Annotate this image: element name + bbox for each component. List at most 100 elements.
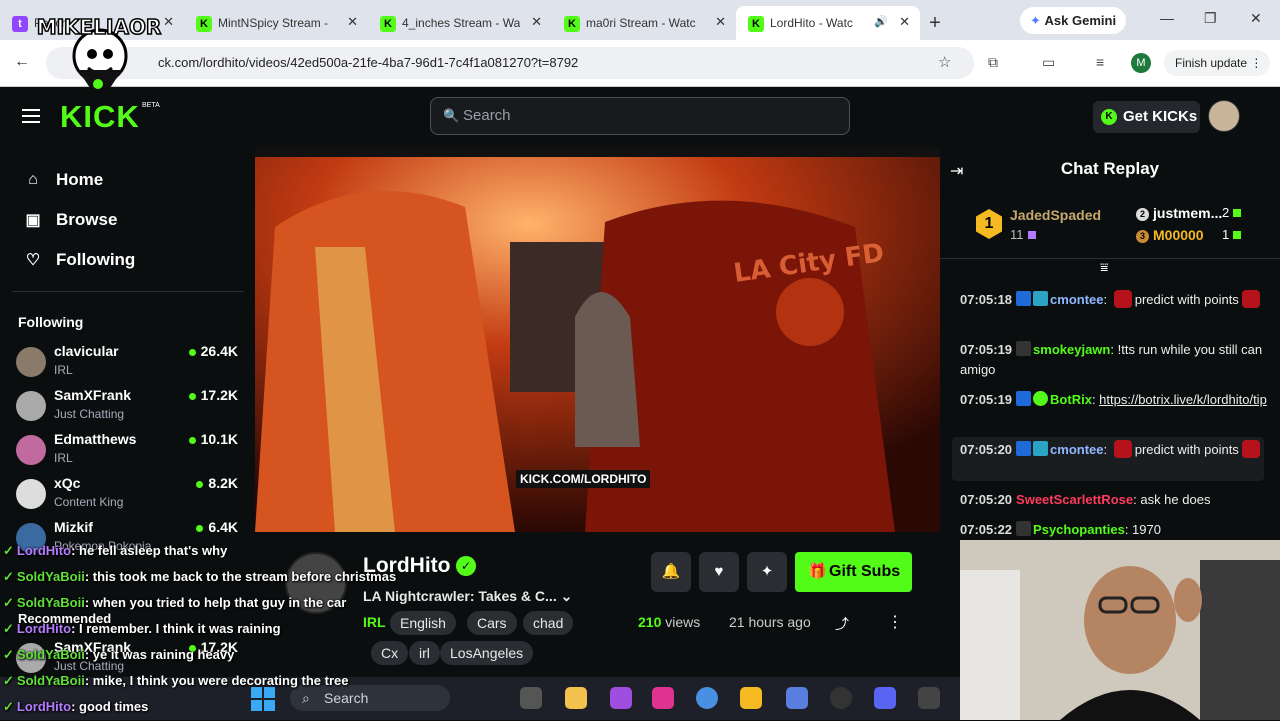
- check-badge-icon: ✓: [3, 647, 14, 662]
- tag-pill[interactable]: chad: [523, 611, 574, 635]
- follow-button[interactable]: ♥: [699, 552, 739, 592]
- profile-avatar[interactable]: M: [1131, 53, 1151, 73]
- emote-icon: [1241, 290, 1260, 308]
- gift-subs-button[interactable]: 🎁 Gift Subs: [795, 552, 912, 592]
- restore-icon[interactable]: ❐: [1204, 10, 1217, 27]
- sparkle-button[interactable]: ✦: [747, 552, 787, 592]
- user-badge-icon: [1016, 521, 1032, 536]
- browser-tab-active[interactable]: K LordHito - Watc 🔊 ✕: [736, 6, 920, 40]
- share-icon[interactable]: ⤴: [835, 614, 849, 634]
- bookmark-star-icon[interactable]: ☆: [938, 53, 951, 71]
- tag-pill[interactable]: LosAngeles: [440, 641, 534, 665]
- following-channel[interactable]: clavicular IRL 26.4K: [16, 343, 240, 383]
- gift-leaderboard: 1 JadedSpaded 11 2 justmem... 2 3 M00000 1: [940, 199, 1280, 259]
- minimize-icon[interactable]: —: [1160, 10, 1174, 26]
- media-control-icon[interactable]: ≡: [1096, 54, 1104, 70]
- leaderboard-count: 1: [1222, 227, 1242, 242]
- app-icon[interactable]: [740, 687, 762, 709]
- verified-icon: [1033, 391, 1049, 406]
- check-badge-icon: ✓: [3, 699, 14, 714]
- browser-tab[interactable]: K ma0ri Stream - Watc ✕: [552, 6, 736, 40]
- hamburger-menu-icon[interactable]: [22, 109, 40, 123]
- discord-icon[interactable]: [874, 687, 896, 709]
- obs-icon[interactable]: [830, 687, 852, 709]
- sidebar-item-browse[interactable]: ▣ Browse: [22, 210, 117, 230]
- ask-gemini-button[interactable]: ✦ Ask Gemini: [1020, 7, 1126, 34]
- speaker-icon[interactable]: 🔊: [874, 15, 888, 28]
- overlay-chat-line: ✓ SoldYaBoii: ye it was raining heavy: [3, 647, 235, 662]
- user-avatar[interactable]: [1208, 100, 1240, 132]
- rank-1-badge: 1: [976, 209, 1002, 239]
- close-tab-icon[interactable]: ✕: [347, 14, 358, 30]
- filter-icon[interactable]: ⩸: [1100, 259, 1109, 276]
- cast-icon[interactable]: ▭: [1042, 54, 1055, 71]
- notification-bell-button[interactable]: 🔔: [651, 552, 691, 592]
- webcam-frame: [960, 540, 1280, 720]
- close-tab-icon[interactable]: ✕: [163, 14, 174, 30]
- following-channel[interactable]: Edmatthews IRL 10.1K: [16, 431, 240, 471]
- emote-icon: [1241, 440, 1260, 458]
- close-tab-icon[interactable]: ✕: [531, 14, 542, 30]
- kick-favicon-icon: K: [564, 16, 580, 32]
- leaderboard-user[interactable]: JadedSpaded: [1010, 207, 1101, 223]
- chat-message[interactable]: 07:05:19 BotRix: https://botrix.live/k/lo…: [960, 390, 1272, 410]
- check-badge-icon: ✓: [3, 621, 14, 636]
- leaderboard-user[interactable]: 3 M00000: [1136, 227, 1204, 243]
- copilot-icon[interactable]: [610, 687, 632, 709]
- user-badge-icon: [1016, 341, 1032, 356]
- emote-icon: [1113, 440, 1132, 458]
- back-arrow-icon[interactable]: ←: [14, 53, 30, 71]
- chevron-down-icon[interactable]: ⌄: [561, 588, 573, 604]
- check-badge-icon: ✓: [3, 595, 14, 610]
- gift-icon: [1233, 231, 1242, 239]
- chrome-icon[interactable]: [696, 687, 718, 709]
- gift-icon: [1027, 231, 1036, 239]
- avatar: [16, 479, 46, 509]
- sidebar-divider: [12, 291, 244, 292]
- following-channel[interactable]: SamXFrank Just Chatting 17.2K: [16, 387, 240, 427]
- chat-message[interactable]: 07:05:22 Psychopanties: 1970: [960, 520, 1272, 540]
- avatar: [16, 391, 46, 421]
- kicks-coin-icon: K: [1101, 109, 1117, 125]
- folder-icon[interactable]: [565, 687, 587, 709]
- file-explorer-icon[interactable]: [520, 687, 542, 709]
- tag-pill[interactable]: Cars: [467, 611, 517, 635]
- leaderboard-count: 11: [1010, 227, 1036, 242]
- sidebar-item-following[interactable]: ♡ Following: [22, 250, 136, 270]
- close-window-icon[interactable]: ✕: [1250, 10, 1262, 27]
- overlay-chat-line: ✓ SoldYaBoii: this took me back to the st…: [3, 569, 397, 584]
- chat-message[interactable]: 07:05:19 smokeyjawn: !tts run while you s…: [960, 340, 1272, 380]
- chat-message[interactable]: 07:05:20 SweetScarlettRose: ask he does: [960, 490, 1272, 510]
- tip-link[interactable]: https://botrix.live/k/lordhito/tip: [1099, 392, 1267, 407]
- new-tab-button[interactable]: +: [920, 6, 950, 40]
- sparkle-icon: ✦: [760, 563, 774, 580]
- home-icon: ⌂: [28, 171, 38, 188]
- leaderboard-count: 2: [1222, 205, 1242, 220]
- app-icon[interactable]: [652, 687, 674, 709]
- search-icon: 🔍: [443, 108, 460, 123]
- overlay-chat-line: ✓ LordHito: he fell asleep that's why: [3, 543, 228, 558]
- address-bar-row: ← ck.com/lordhito/videos/42ed500a-21fe-4…: [0, 40, 1280, 87]
- video-player[interactable]: LA City FD KICK.COM/LORDHITO: [255, 147, 940, 532]
- kick-logo[interactable]: KICK: [60, 99, 140, 135]
- more-options-icon[interactable]: ⋮: [887, 612, 903, 632]
- browser-tab[interactable]: K 4_inches Stream - Wa ✕: [368, 6, 552, 40]
- close-tab-icon[interactable]: ✕: [899, 14, 910, 30]
- following-channel[interactable]: xQc Content King 8.2K: [16, 475, 240, 515]
- mod-badge-icon: [1016, 441, 1032, 456]
- extensions-icon[interactable]: ⧉: [988, 54, 998, 71]
- url-field[interactable]: ck.com/lordhito/videos/42ed500a-21fe-4ba…: [46, 47, 974, 79]
- view-count: 210 views: [638, 614, 701, 630]
- close-tab-icon[interactable]: ✕: [715, 14, 726, 30]
- video-watermark: KICK.COM/LORDHITO: [516, 470, 651, 488]
- app-icon[interactable]: [918, 687, 940, 709]
- sidebar-item-home[interactable]: ⌂ Home: [22, 170, 103, 190]
- search-input[interactable]: 🔍 Search: [430, 97, 850, 135]
- finish-update-button[interactable]: Finish update ⋮: [1164, 50, 1270, 76]
- browser-tab[interactable]: K MintNSpicy Stream - ✕: [184, 6, 368, 40]
- app-icon[interactable]: [786, 687, 808, 709]
- leaderboard-user[interactable]: 2 justmem...: [1136, 205, 1222, 221]
- get-kicks-button[interactable]: K Get KICKs: [1093, 101, 1200, 133]
- chat-message[interactable]: 07:05:20 cmontee: predict with points: [960, 440, 1272, 460]
- chat-message[interactable]: 07:05:18 cmontee: predict with points: [960, 290, 1272, 310]
